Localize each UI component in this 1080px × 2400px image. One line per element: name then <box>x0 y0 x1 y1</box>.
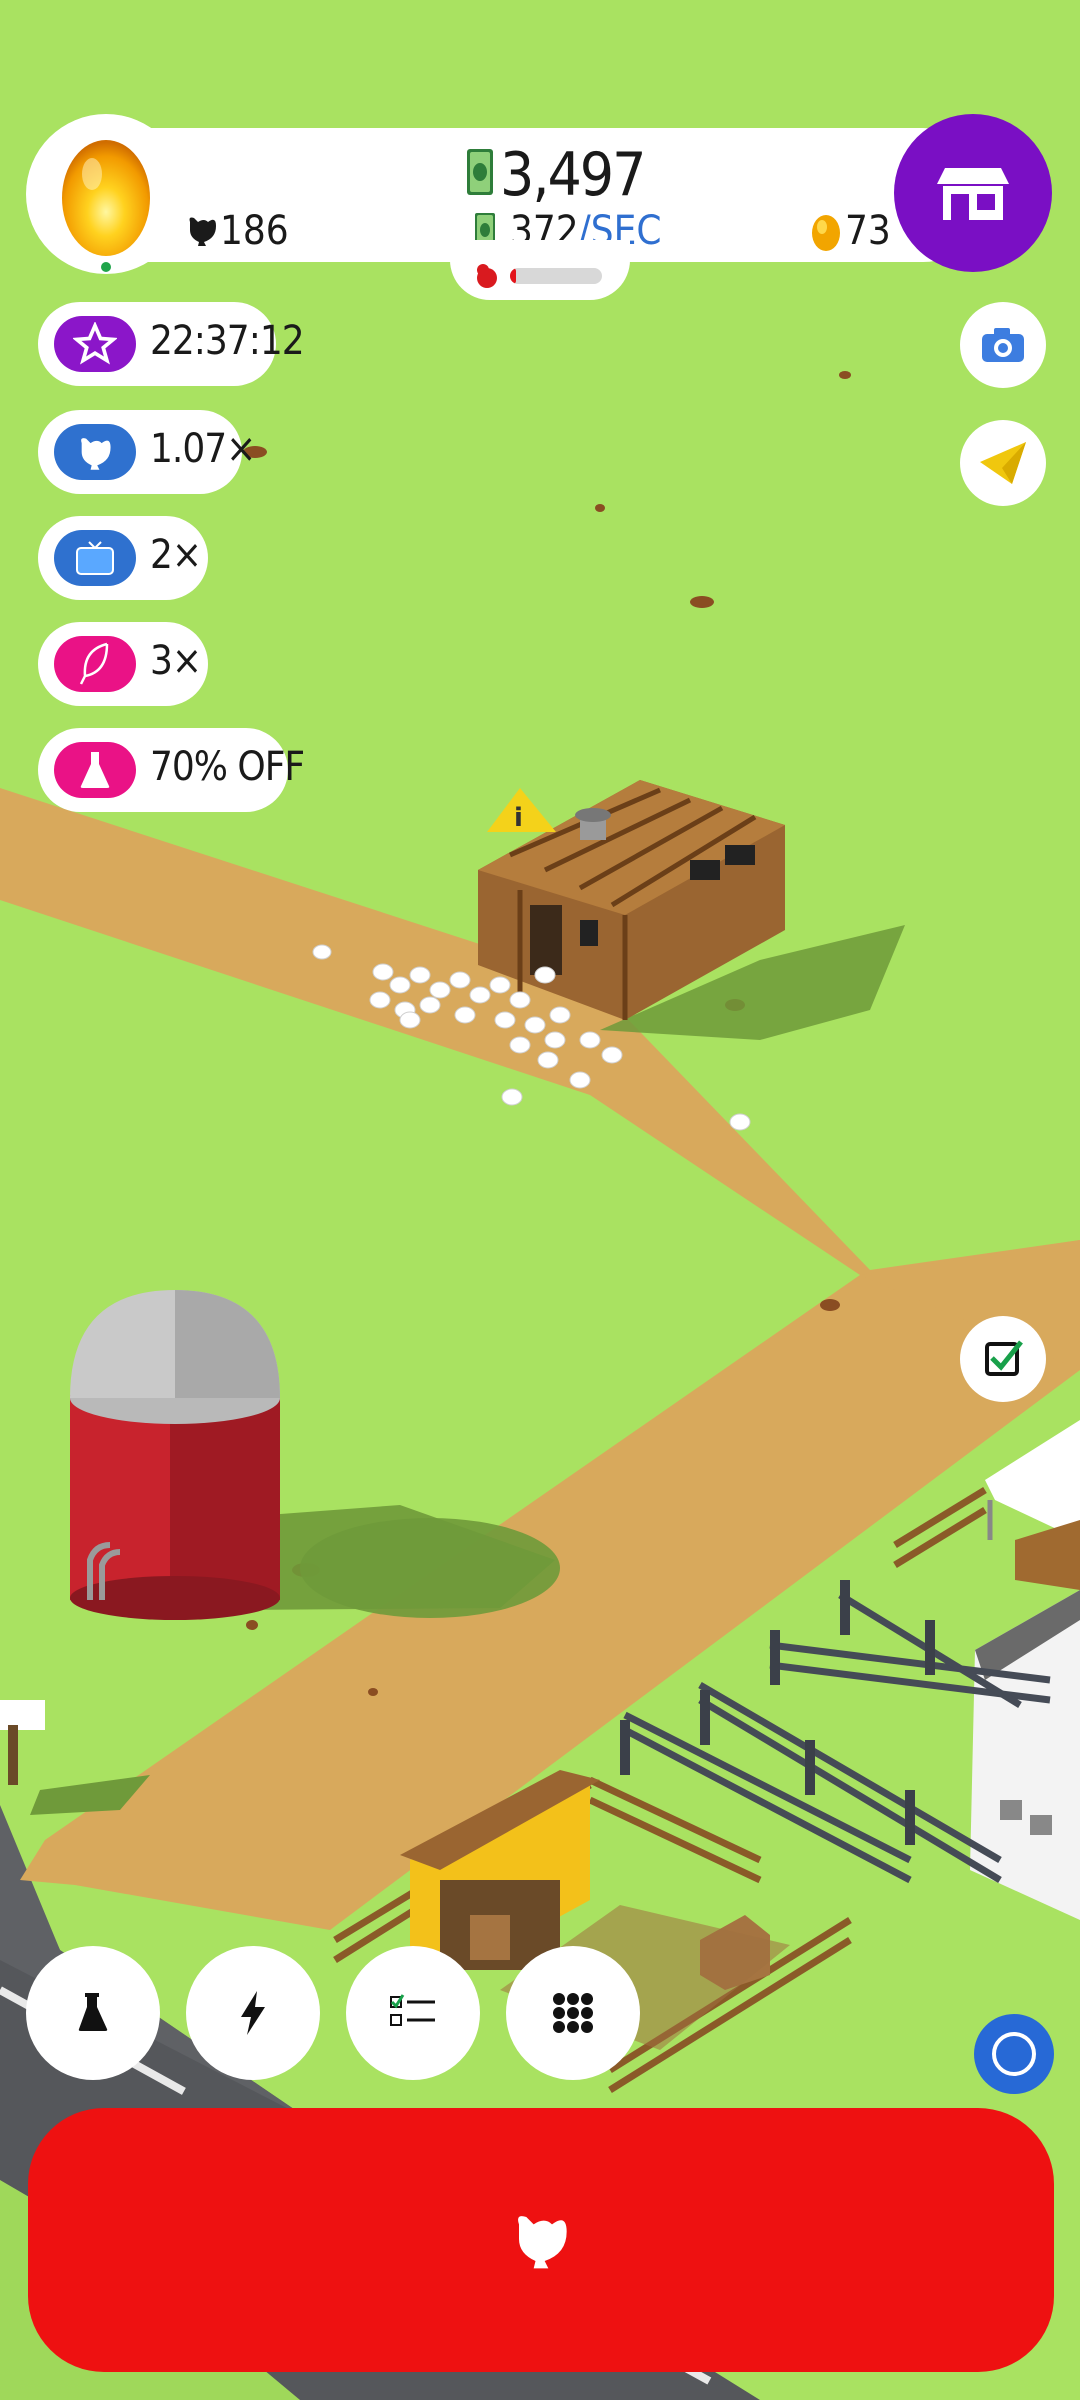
missions-button[interactable] <box>346 1946 480 2080</box>
ring-icon <box>992 2032 1036 2076</box>
boost-timer-pill[interactable]: 22:37:12 <box>38 302 305 386</box>
hatchery-progress-bar <box>510 268 602 284</box>
research-icon <box>78 1993 108 2031</box>
boost-icon <box>241 1991 265 2035</box>
chicken-icon <box>54 424 136 480</box>
menu-button[interactable] <box>506 1946 640 2080</box>
gold-egg-small-icon <box>812 215 840 251</box>
assistant-circle-button[interactable] <box>974 2014 1054 2094</box>
hatchery-chick-icon <box>477 264 497 288</box>
video-boost-pill[interactable]: 2× <box>38 516 208 600</box>
camera-icon <box>982 328 1024 362</box>
research-button[interactable] <box>26 1946 160 2080</box>
star-icon <box>54 316 136 372</box>
video-icon <box>54 530 136 586</box>
checkbox-icon <box>985 1340 1023 1376</box>
boost-button[interactable] <box>186 1946 320 2080</box>
paper-plane-icon <box>980 442 1026 484</box>
feather-boost-pill[interactable]: 3× <box>38 622 208 706</box>
chicken-count: 186 <box>220 208 289 254</box>
feather-boost-label: 3× <box>150 638 202 684</box>
hatch-multiplier-label: 1.07× <box>150 426 256 472</box>
hatch-chicken-button[interactable] <box>28 2108 1054 2372</box>
flask-icon <box>54 742 136 798</box>
boost-timer-label: 22:37:12 <box>150 318 305 364</box>
shop-button[interactable] <box>894 114 1052 272</box>
golden-egg-icon <box>62 140 150 256</box>
chicken-icon <box>518 2216 567 2269</box>
missions-icon <box>390 1994 435 2026</box>
svg-text:i: i <box>514 803 523 833</box>
video-boost-label: 2× <box>150 532 202 578</box>
send-button[interactable] <box>960 420 1046 506</box>
cash-icon <box>467 149 493 195</box>
menu-grid-icon <box>553 1993 593 2033</box>
tasks-checklist-button[interactable] <box>960 1316 1046 1402</box>
hatch-multiplier-pill[interactable]: 1.07× <box>38 410 256 494</box>
money-total: 3,497 <box>500 140 646 210</box>
camera-button[interactable] <box>960 302 1046 388</box>
shop-icon <box>937 168 1009 220</box>
research-discount-label: 70% OFF <box>150 744 305 790</box>
egg-status-dot <box>101 262 111 272</box>
golden-egg-count: 73 <box>845 208 891 254</box>
research-discount-pill[interactable]: 70% OFF <box>38 728 305 812</box>
chicken-count-icon <box>189 217 216 246</box>
golden-egg-button[interactable] <box>26 114 186 274</box>
feather-icon <box>54 636 136 692</box>
